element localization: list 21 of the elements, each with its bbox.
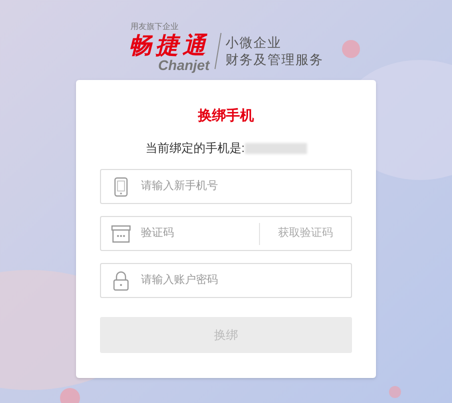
current-phone-label: 当前绑定的手机是: bbox=[145, 140, 245, 157]
input-frame[interactable]: 请输入新手机号 bbox=[100, 169, 352, 204]
divider-slash-icon bbox=[214, 32, 222, 70]
input-field[interactable]: 请输入账户密码 bbox=[141, 272, 351, 289]
tagline: 财务及管理服务 bbox=[226, 51, 324, 68]
card-title: 换绑手机 bbox=[198, 106, 254, 124]
redaction-mask bbox=[244, 142, 307, 154]
phone-icon bbox=[114, 176, 128, 196]
brand-latin-name: Chanjet bbox=[158, 58, 210, 72]
lock-icon bbox=[113, 270, 129, 290]
decorative-circle bbox=[389, 386, 401, 398]
input-frame[interactable]: 请输入账户密码 bbox=[100, 263, 352, 298]
input-field[interactable]: 验证码 bbox=[141, 225, 249, 242]
parent-company-label: 用友旗下企业 bbox=[130, 22, 178, 32]
tagline: 小微企业 bbox=[226, 34, 282, 51]
get-code-button[interactable]: 获取验证码 bbox=[259, 222, 351, 244]
input-frame[interactable]: 验证码 获取验证码 bbox=[100, 216, 352, 251]
decorative-circle bbox=[342, 40, 360, 58]
brand-name: 畅捷通 bbox=[128, 32, 210, 58]
code-box-icon bbox=[111, 224, 131, 242]
input-field[interactable]: 请输入新手机号 bbox=[141, 178, 351, 195]
